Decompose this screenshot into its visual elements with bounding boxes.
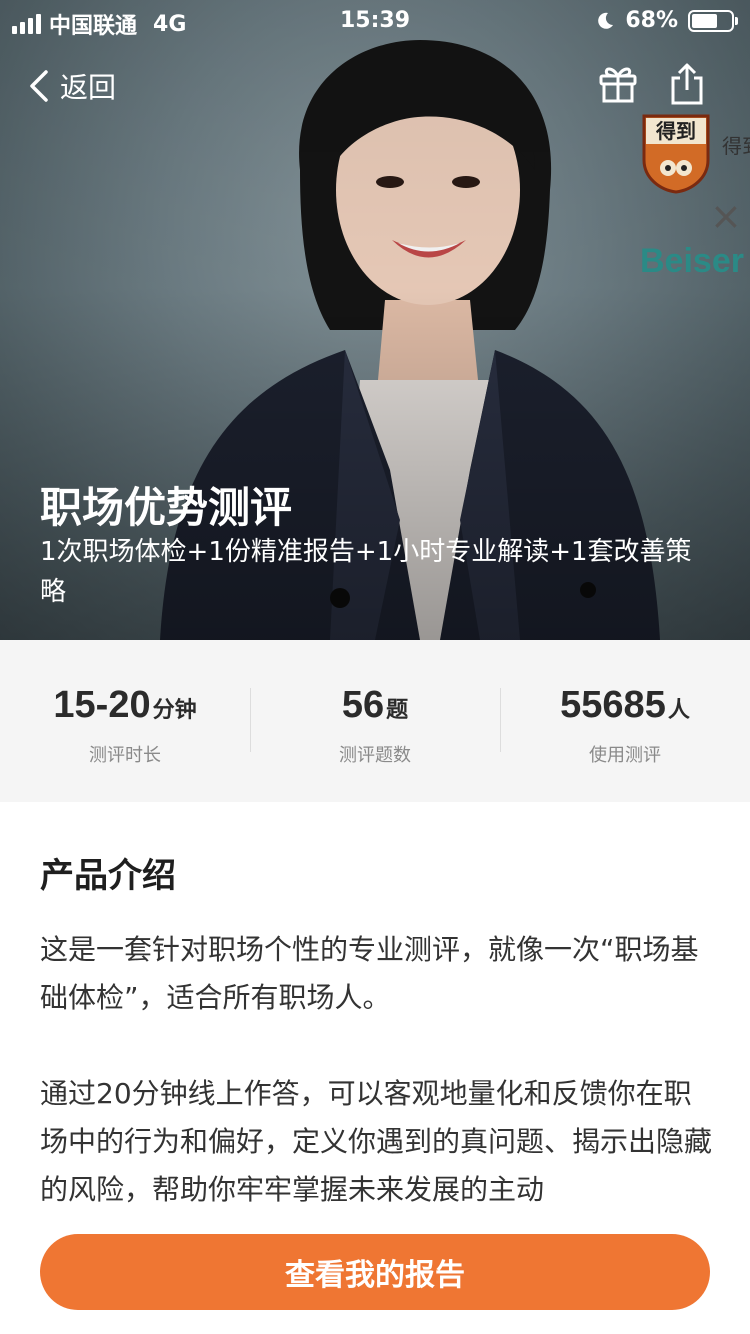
stats-bar: 15-20分钟 测评时长 56题 测评题数 55685人 使用测评: [0, 640, 750, 802]
stat-users-value: 55685: [560, 684, 666, 726]
stat-duration-value: 15-20: [53, 684, 151, 726]
intro-paragraph: 这是一套针对职场个性的专业测评，就像一次“职场基础体检”，适合所有职场人。: [40, 933, 699, 1014]
stat-users: 55685人 使用测评: [500, 684, 750, 767]
stat-users-label: 使用测评: [589, 745, 661, 766]
share-icon: [671, 63, 703, 105]
page-subtitle: 1次职场体检+1份精准报告+1小时专业解读+1套改善策略: [40, 537, 692, 607]
chevron-left-icon: [30, 70, 48, 102]
brand-area: 得到 得到 × Beiser: [640, 112, 750, 282]
dedao-logo-icon: 得到: [642, 114, 710, 194]
intro-paragraph: 通过20分钟线上作答，可以客观地量化和反馈你在职场中的行为和偏好，定义你遇到的真…: [40, 1077, 712, 1206]
view-report-button[interactable]: 查看我的报告: [40, 1234, 710, 1310]
cross-mark: ×: [710, 194, 742, 238]
stat-duration-unit: 分钟: [152, 698, 197, 723]
share-button[interactable]: [668, 62, 706, 110]
stat-questions: 56题 测评题数: [250, 684, 500, 767]
back-label: 返回: [60, 71, 117, 104]
stat-questions-unit: 题: [386, 698, 409, 723]
brand-side-text: 得到: [722, 134, 750, 158]
status-right: 68%: [595, 8, 738, 33]
page-title: 职场优势测评: [40, 483, 293, 532]
gift-button[interactable]: [598, 62, 638, 108]
partner-logo-text: Beiser: [640, 242, 744, 280]
moon-icon: [598, 12, 614, 29]
status-bar: 中国联通 4G 15:39 68%: [0, 0, 750, 42]
stat-users-unit: 人: [667, 698, 690, 723]
gift-icon: [599, 67, 637, 103]
stat-duration: 15-20分钟 测评时长: [0, 684, 250, 767]
stat-duration-label: 测评时长: [89, 745, 161, 766]
battery-icon: [688, 9, 738, 32]
section-title: 产品介绍: [40, 856, 176, 896]
stat-questions-value: 56: [341, 684, 385, 726]
stat-questions-label: 测评题数: [339, 745, 411, 766]
battery-fill: [692, 13, 717, 28]
back-button[interactable]: 返回: [28, 66, 116, 106]
battery-percent: 68%: [625, 8, 678, 33]
dedao-logo-text: 得到: [655, 119, 696, 143]
